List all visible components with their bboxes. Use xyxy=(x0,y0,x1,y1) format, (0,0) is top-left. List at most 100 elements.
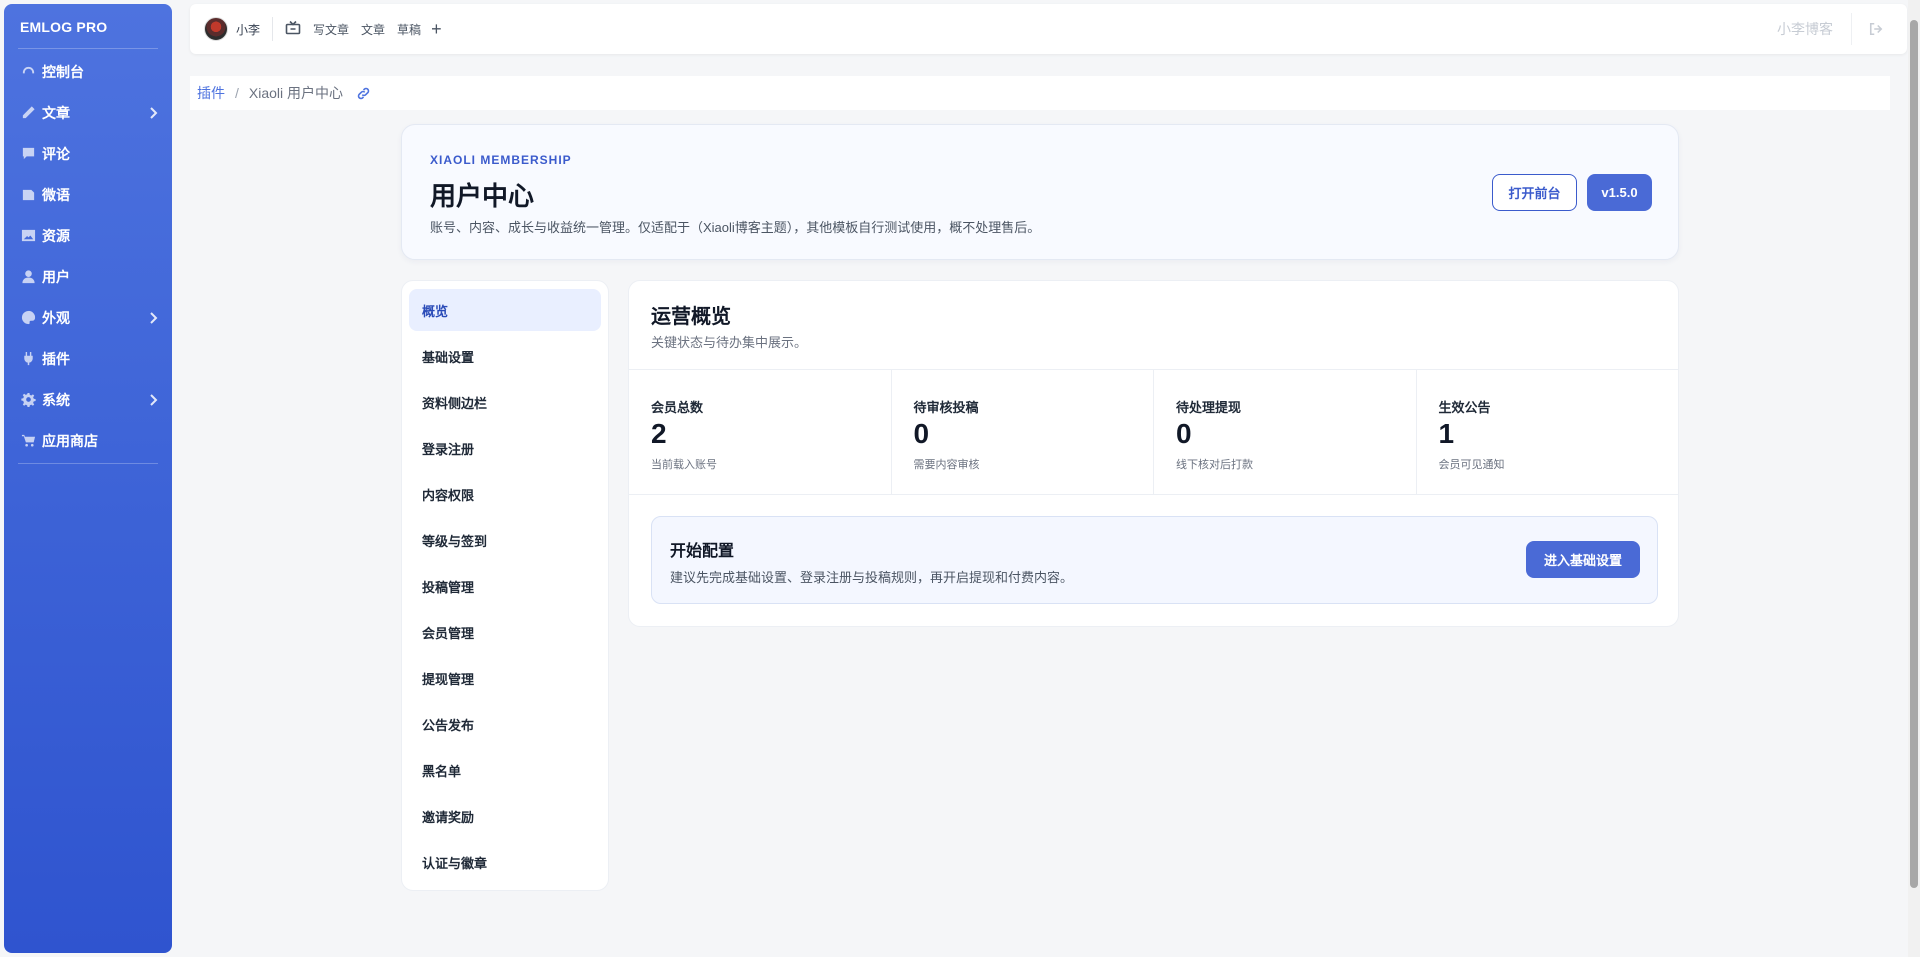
site-name-link[interactable]: 小李博客 xyxy=(1777,19,1833,39)
add-icon[interactable]: + xyxy=(431,20,442,38)
topbar: 小李 写文章 文章 草稿 + 小李博客 xyxy=(190,4,1907,54)
breadcrumb-plugins-link[interactable]: 插件 xyxy=(197,83,225,103)
cart-icon xyxy=(18,433,38,448)
stat-label: 会员总数 xyxy=(651,400,704,415)
palette-icon xyxy=(18,310,38,325)
stat-card-pending-submissions: 待审核投稿 0 需要内容审核 xyxy=(892,370,1154,494)
sidebar-item-label: 资源 xyxy=(42,227,70,244)
sidebar-item-media[interactable]: 资源 xyxy=(4,215,172,256)
stat-value: 2 xyxy=(651,418,667,449)
sidebar-item-store[interactable]: 应用商店 xyxy=(4,420,172,461)
sidebar-item-label: 系统 xyxy=(42,391,70,408)
avatar[interactable] xyxy=(204,17,228,41)
chevron-right-icon xyxy=(148,393,158,409)
articles-link[interactable]: 文章 xyxy=(361,21,385,38)
logout-icon xyxy=(1869,22,1882,36)
menu-item-invite-rewards[interactable]: 邀请奖励 xyxy=(409,795,601,837)
breadcrumb-current: Xiaoli 用户中心 xyxy=(248,85,344,101)
stat-card-pending-withdrawals: 待处理提现 0 线下核对后打款 xyxy=(1154,370,1417,494)
sidebar-item-label: 插件 xyxy=(42,350,70,367)
menu-item-levels-checkin[interactable]: 等级与签到 xyxy=(409,519,601,561)
sidebar-item-label: 控制台 xyxy=(42,63,84,80)
menu-item-overview[interactable]: 概览 xyxy=(409,289,601,331)
menu-item-blacklist[interactable]: 黑名单 xyxy=(409,749,601,791)
breadcrumb-separator: / xyxy=(235,85,239,101)
settings-menu: 概览 基础设置 资料侧边栏 登录注册 内容权限 等级与签到 投稿管理 会员管理 … xyxy=(401,280,609,891)
stat-card-members: 会员总数 2 当前载入账号 xyxy=(629,370,892,494)
menu-item-verification-badges[interactable]: 认证与徽章 xyxy=(409,841,601,883)
breadcrumb: 插件 / Xiaoli 用户中心 xyxy=(190,76,1890,110)
sidebar-item-articles[interactable]: 文章 xyxy=(4,92,172,133)
brand-logo[interactable]: EMLOG PRO xyxy=(4,4,172,44)
stat-value: 0 xyxy=(913,418,930,449)
write-article-link[interactable]: 写文章 xyxy=(313,21,349,38)
overview-title: 运营概览 xyxy=(651,306,731,328)
page-title: 用户中心 xyxy=(430,181,535,211)
sidebar-divider xyxy=(18,463,158,464)
sidebar-item-label: 用户 xyxy=(42,268,70,285)
sidebar-item-system[interactable]: 系统 xyxy=(4,379,172,420)
chevron-right-icon xyxy=(148,311,158,327)
menu-item-basic-settings[interactable]: 基础设置 xyxy=(409,335,601,377)
sidebar-item-appearance[interactable]: 外观 xyxy=(4,297,172,338)
sidebar-item-dashboard[interactable]: 控制台 xyxy=(4,51,172,92)
scrollbar-thumb[interactable] xyxy=(1910,20,1918,888)
stat-label: 待处理提现 xyxy=(1176,400,1242,415)
sidebar-item-label: 微语 xyxy=(42,186,70,203)
username[interactable]: 小李 xyxy=(236,21,260,38)
plug-icon xyxy=(18,351,38,366)
sidebar: EMLOG PRO 控制台 文章 评论 微语 资源 用户 外观 插件 系统 应用… xyxy=(4,4,172,953)
gear-icon xyxy=(18,392,38,407)
plugin-header-card: XIAOLI MEMBERSHIP 用户中心 账号、内容、成长与收益统一管理。仅… xyxy=(401,124,1679,260)
go-basic-settings-button[interactable]: 进入基础设置 xyxy=(1526,541,1640,578)
overview-panel: 运营概览 关键状态与待办集中展示。 会员总数 2 当前载入账号 待审核投稿 0 … xyxy=(628,280,1679,627)
sidebar-item-notes[interactable]: 微语 xyxy=(4,174,172,215)
sidebar-nav: 控制台 文章 评论 微语 资源 用户 外观 插件 系统 应用商店 xyxy=(4,51,172,461)
menu-item-profile-sidebar[interactable]: 资料侧边栏 xyxy=(409,381,601,423)
plugin-eyebrow: XIAOLI MEMBERSHIP xyxy=(430,153,572,167)
page-scrollbar[interactable] xyxy=(1908,0,1920,957)
setup-description: 建议先完成基础设置、登录注册与投稿规则，再开启提现和付费内容。 xyxy=(670,570,1074,585)
user-icon xyxy=(18,269,38,284)
sidebar-item-label: 评论 xyxy=(42,145,70,162)
sidebar-item-label: 应用商店 xyxy=(42,432,98,449)
version-badge[interactable]: v1.5.0 xyxy=(1587,174,1652,211)
menu-item-announcements[interactable]: 公告发布 xyxy=(409,703,601,745)
menu-item-submissions[interactable]: 投稿管理 xyxy=(409,565,601,607)
tv-icon[interactable] xyxy=(285,20,301,39)
menu-item-login-register[interactable]: 登录注册 xyxy=(409,427,601,469)
open-frontend-button[interactable]: 打开前台 xyxy=(1492,174,1577,211)
stat-hint: 当前载入账号 xyxy=(651,459,717,471)
stat-hint: 需要内容审核 xyxy=(913,459,980,471)
logout-button[interactable] xyxy=(1851,13,1899,45)
sidebar-item-comments[interactable]: 评论 xyxy=(4,133,172,174)
menu-item-withdrawals[interactable]: 提现管理 xyxy=(409,657,601,699)
comment-icon xyxy=(18,146,38,161)
dashboard-icon xyxy=(18,64,38,79)
drafts-link[interactable]: 草稿 xyxy=(397,21,421,38)
sidebar-item-label: 文章 xyxy=(42,104,70,121)
stat-label: 生效公告 xyxy=(1438,400,1491,415)
topbar-divider xyxy=(272,17,274,41)
stat-hint: 会员可见通知 xyxy=(1438,459,1505,471)
sidebar-item-label: 外观 xyxy=(42,309,70,326)
stat-card-active-announcements: 生效公告 1 会员可见通知 xyxy=(1417,370,1679,494)
overview-subtitle: 关键状态与待办集中展示。 xyxy=(651,335,808,350)
menu-item-content-permissions[interactable]: 内容权限 xyxy=(409,473,601,515)
stat-value: 1 xyxy=(1438,418,1455,449)
stat-value: 0 xyxy=(1176,418,1192,449)
stat-label: 待审核投稿 xyxy=(913,400,979,415)
image-icon xyxy=(18,228,38,243)
setup-callout: 开始配置 建议先完成基础设置、登录注册与投稿规则，再开启提现和付费内容。 进入基… xyxy=(651,516,1658,604)
sidebar-divider xyxy=(18,48,158,49)
stat-hint: 线下核对后打款 xyxy=(1176,459,1253,471)
chevron-right-icon xyxy=(148,106,158,122)
sidebar-item-users[interactable]: 用户 xyxy=(4,256,172,297)
pencil-icon xyxy=(18,105,38,120)
sidebar-item-plugins[interactable]: 插件 xyxy=(4,338,172,379)
setup-title: 开始配置 xyxy=(670,543,735,560)
stats-row: 会员总数 2 当前载入账号 待审核投稿 0 需要内容审核 待处理提现 0 线下核… xyxy=(629,369,1678,495)
menu-item-members[interactable]: 会员管理 xyxy=(409,611,601,653)
link-icon[interactable] xyxy=(357,87,370,100)
note-icon xyxy=(18,187,38,202)
